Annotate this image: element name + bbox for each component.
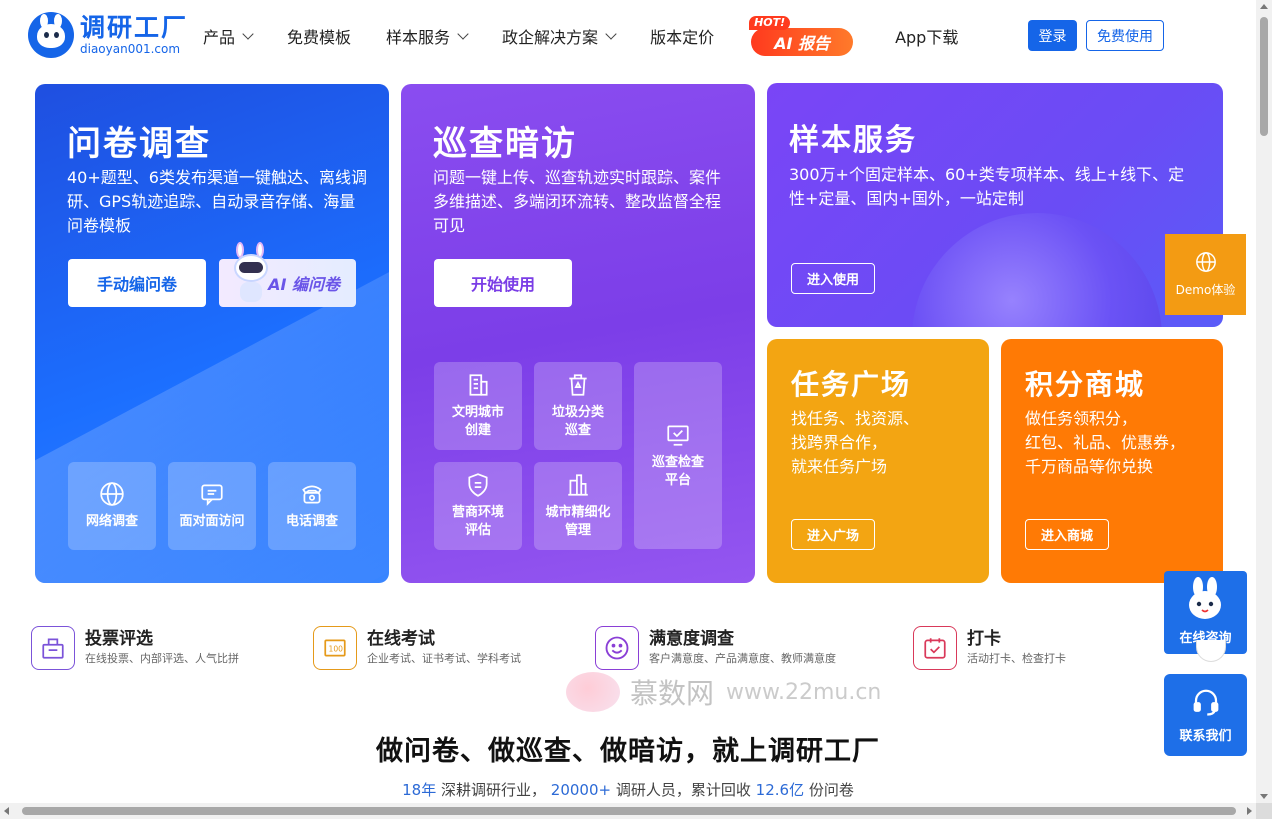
shield-icon <box>468 473 488 497</box>
survey-card: 问卷调查 40+题型、6类发布渠道一键触达、离线调研、GPS轨迹追踪、自动录音存… <box>35 84 389 583</box>
sample-title: 样本服务 <box>789 123 917 158</box>
robot-mascot-icon <box>228 242 274 304</box>
feature-online-exam[interactable]: 100 在线考试 企业考试、证书考试、学科考试 <box>313 626 521 670</box>
hot-badge: HOT! <box>749 16 791 30</box>
scrollbar-corner <box>1256 803 1272 819</box>
task-square-card: 任务广场 找任务、找资源、 找跨界合作， 就来任务广场 进入广场 <box>767 339 989 583</box>
points-mall-card: 积分商城 做任务领积分， 红包、礼品、优惠券， 千万商品等你兑换 进入商城 <box>1001 339 1223 583</box>
vertical-scrollbar[interactable] <box>1256 0 1272 803</box>
horizontal-scrollbar[interactable] <box>0 803 1256 819</box>
site-logo[interactable]: 调研工厂 diaoyan001.com <box>28 12 188 58</box>
start-using-button[interactable]: 开始使用 <box>434 259 572 307</box>
feature-satisfaction[interactable]: 满意度调查 客户满意度、产品满意度、教师满意度 <box>595 626 836 670</box>
nav-products[interactable]: 产品 <box>203 24 254 48</box>
points-title: 积分商城 <box>1025 368 1146 401</box>
bunny-mascot-icon <box>1189 577 1221 619</box>
scroll-left-arrow-icon[interactable] <box>4 807 9 815</box>
monitor-check-icon <box>667 424 689 446</box>
tile-inspection-platform[interactable]: 巡查检查 平台 <box>634 362 722 549</box>
stats-line: 18年 深耕调研行业， 20000+ 调研人员，累计回收 12.6亿 份问卷 <box>402 781 854 799</box>
tile-face-to-face[interactable]: 面对面访问 <box>168 462 256 550</box>
nav-gov-solutions[interactable]: 政企解决方案 <box>502 24 617 48</box>
nav-free-templates[interactable]: 免费模板 <box>287 24 351 48</box>
nav-app-download[interactable]: App下载 <box>895 24 958 48</box>
feature-voting[interactable]: 投票评选 在线投票、内部评选、人气比拼 <box>31 626 239 670</box>
tower-icon <box>568 474 588 496</box>
inspection-card: 巡查暗访 问题一键上传、巡查轨迹实时跟踪、案件多维描述、多端闭环流转、整改监督全… <box>401 84 755 583</box>
enter-sample-button[interactable]: 进入使用 <box>791 263 875 294</box>
bunny-logo-icon <box>28 12 74 58</box>
watermark: 慕数网 www.22mu.cn <box>566 672 881 712</box>
chat-icon <box>201 484 223 506</box>
survey-title: 问卷调查 <box>67 124 211 164</box>
scroll-right-arrow-icon[interactable] <box>1247 807 1252 815</box>
task-title: 任务广场 <box>791 368 912 401</box>
tile-civilized-city[interactable]: 文明城市 创建 <box>434 362 522 450</box>
logo-subtitle: diaoyan001.com <box>80 42 181 56</box>
nav-sample-service[interactable]: 样本服务 <box>386 24 469 48</box>
chevron-down-icon <box>457 27 469 40</box>
building-icon <box>469 374 488 396</box>
smile-icon <box>595 626 639 670</box>
scroll-top-tab[interactable] <box>1196 640 1226 662</box>
tile-phone-survey[interactable]: 电话调查 <box>268 462 356 550</box>
inspection-title: 巡查暗访 <box>433 124 577 164</box>
svg-text:100: 100 <box>329 644 344 653</box>
scroll-down-arrow-icon[interactable] <box>1260 794 1268 799</box>
sample-service-card: 样本服务 300万+个固定样本、60+类专项样本、线上+线下、定性+定量、国内+… <box>767 83 1223 327</box>
tile-online-survey[interactable]: 网络调查 <box>68 462 156 550</box>
nav-ai-report[interactable]: AI 报告 HOT! <box>749 16 865 56</box>
chevron-down-icon <box>605 27 617 40</box>
survey-desc: 40+题型、6类发布渠道一键触达、离线调研、GPS轨迹追踪、自动录音存储、海量问… <box>67 168 367 235</box>
top-navbar: 调研工厂 diaoyan001.com 产品 免费模板 样本服务 政企解决方案 … <box>0 0 1256 72</box>
vertical-scroll-thumb[interactable] <box>1260 17 1268 136</box>
chevron-down-icon <box>242 27 254 40</box>
contact-us-button[interactable]: 联系我们 <box>1164 674 1247 756</box>
tile-garbage-sorting[interactable]: 垃圾分类 巡查 <box>534 362 622 450</box>
feature-check-in[interactable]: 打卡 活动打卡、检查打卡 <box>913 626 1066 670</box>
task-desc: 找任务、找资源、 找跨界合作， 就来任务广场 <box>791 409 920 476</box>
globe-illustration <box>912 213 1162 327</box>
ai-report-label: AI 报告 <box>751 28 854 56</box>
exam-paper-icon: 100 <box>313 626 357 670</box>
nav-pricing[interactable]: 版本定价 <box>650 24 714 48</box>
scroll-up-arrow-icon[interactable] <box>1260 4 1268 9</box>
enter-task-square-button[interactable]: 进入广场 <box>791 519 875 550</box>
tile-business-environment[interactable]: 营商环境 评估 <box>434 462 522 550</box>
tile-city-management[interactable]: 城市精细化 管理 <box>534 462 622 550</box>
watermark-logo-icon <box>566 672 620 712</box>
logo-title: 调研工厂 <box>80 13 189 42</box>
sample-desc: 300万+个固定样本、60+类专项样本、线上+线下、定性+定量、国内+国外，一站… <box>789 165 1185 208</box>
headset-icon <box>1193 689 1218 716</box>
free-use-button[interactable]: 免费使用 <box>1086 20 1164 51</box>
slogan-headline: 做问卷、做巡查、做暗访，就上调研工厂 <box>376 736 880 767</box>
demo-experience-button[interactable]: Demo体验 <box>1165 234 1246 315</box>
main-nav: 产品 免费模板 样本服务 政企解决方案 版本定价 AI 报告 HOT! App下… <box>203 0 993 72</box>
recycle-bin-icon <box>569 374 587 396</box>
phone-icon <box>302 485 322 504</box>
inspection-desc: 问题一键上传、巡查轨迹实时跟踪、案件多维描述、多端闭环流转、整改监督全程可见 <box>433 168 722 235</box>
points-desc: 做任务领积分， 红包、礼品、优惠券， 千万商品等你兑换 <box>1025 409 1186 476</box>
login-button[interactable]: 登录 <box>1028 20 1077 51</box>
manual-survey-button[interactable]: 手动编问卷 <box>68 259 206 307</box>
ballot-box-icon <box>31 626 75 670</box>
globe-icon <box>100 482 124 506</box>
enter-points-mall-button[interactable]: 进入商城 <box>1025 519 1109 550</box>
horizontal-scroll-thumb[interactable] <box>22 807 1236 815</box>
globe-icon <box>1195 252 1216 272</box>
calendar-check-icon <box>913 626 957 670</box>
